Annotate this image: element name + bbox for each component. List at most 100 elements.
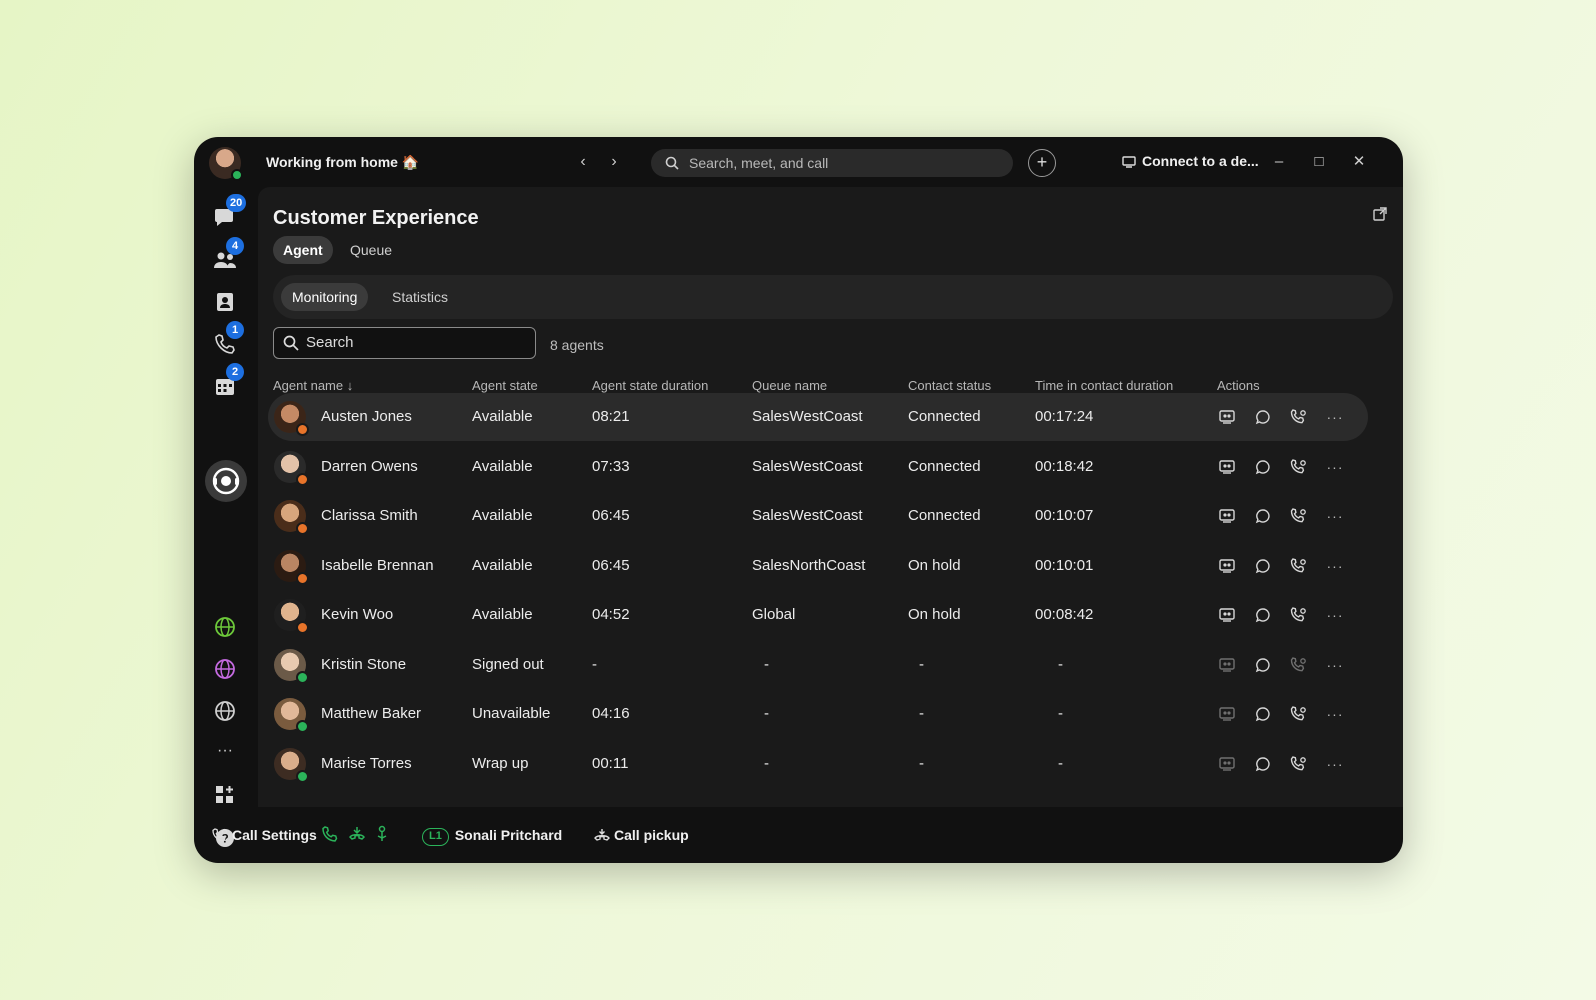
more-actions-button[interactable]: ··· bbox=[1325, 457, 1345, 477]
table-row[interactable]: Kevin Woo Available 04:52 Global On hold 00:0… bbox=[268, 591, 1368, 639]
monitor-call-button[interactable] bbox=[1217, 556, 1237, 576]
monitor-call-button[interactable] bbox=[1217, 754, 1237, 774]
subtab-monitoring[interactable]: Monitoring bbox=[281, 283, 369, 311]
more-actions-button[interactable]: ··· bbox=[1325, 754, 1345, 774]
agent-name: Matthew Baker bbox=[321, 705, 422, 722]
minimize-button[interactable]: – bbox=[1267, 150, 1291, 174]
rail-meetings[interactable]: 2 bbox=[210, 363, 244, 401]
subtab-bar: Monitoring Statistics bbox=[273, 275, 1393, 319]
agent-search-input[interactable]: Search bbox=[273, 327, 536, 359]
agent-state: Unavailable bbox=[472, 705, 551, 722]
popout-button[interactable] bbox=[1373, 207, 1387, 226]
chat-bubble-icon bbox=[1255, 459, 1271, 475]
table-row[interactable]: Matthew Baker Unavailable 04:16 - - - ··· bbox=[268, 690, 1368, 738]
queue-name: SalesWestCoast bbox=[752, 507, 863, 524]
rail-app-purple[interactable] bbox=[210, 654, 240, 684]
call-agent-button[interactable] bbox=[1289, 506, 1309, 526]
chat-button[interactable] bbox=[1253, 754, 1273, 774]
page-title: Customer Experience bbox=[273, 207, 479, 229]
monitor-call-button[interactable] bbox=[1217, 457, 1237, 477]
navigation-rail: 20 4 1 2 ··· ? bbox=[194, 187, 258, 847]
rail-calling[interactable]: 1 bbox=[210, 321, 244, 359]
more-actions-button[interactable]: ··· bbox=[1325, 506, 1345, 526]
call-agent-button[interactable] bbox=[1289, 457, 1309, 477]
new-action-button[interactable]: + bbox=[1028, 149, 1056, 177]
call-agent-button[interactable] bbox=[1289, 556, 1309, 576]
table-row[interactable]: Marise Torres Wrap up 00:11 - - - ··· bbox=[268, 740, 1368, 788]
chat-button[interactable] bbox=[1253, 605, 1273, 625]
monitor-icon bbox=[1219, 657, 1235, 672]
connect-device-button[interactable]: Connect to a de... bbox=[1122, 153, 1259, 169]
monitor-call-button[interactable] bbox=[1217, 655, 1237, 675]
call-agent-button[interactable] bbox=[1289, 754, 1309, 774]
presence-indicator bbox=[296, 571, 309, 585]
time-in-contact: 00:17:24 bbox=[1035, 408, 1094, 425]
agent-state: Available bbox=[472, 606, 533, 623]
call-pickup-button[interactable]: Call pickup bbox=[594, 827, 689, 843]
table-row[interactable]: Darren Owens Available 07:33 SalesWestCoast… bbox=[268, 443, 1368, 491]
more-icon: ··· bbox=[1326, 409, 1344, 425]
rail-messaging[interactable]: 20 bbox=[210, 194, 247, 232]
agent-state: Available bbox=[472, 507, 533, 524]
agent-state-duration: 04:52 bbox=[592, 606, 630, 623]
call-agent-icon bbox=[1290, 606, 1308, 624]
rail-customer-experience[interactable] bbox=[205, 460, 247, 502]
chat-button[interactable] bbox=[1253, 407, 1273, 427]
chat-button[interactable] bbox=[1253, 704, 1273, 724]
monitor-icon bbox=[1219, 509, 1235, 523]
table-row[interactable]: Isabelle Brennan Available 06:45 SalesNorth… bbox=[268, 542, 1368, 590]
call-agent-button[interactable] bbox=[1289, 655, 1309, 675]
forward-button[interactable]: › bbox=[603, 151, 625, 173]
line-user-name: Sonali Pritchard bbox=[454, 827, 563, 843]
table-row[interactable]: Austen Jones Available 08:21 SalesWestCoast… bbox=[268, 393, 1368, 441]
more-icon: ··· bbox=[1326, 755, 1344, 772]
tab-queue[interactable]: Queue bbox=[340, 236, 402, 264]
chat-button[interactable] bbox=[1253, 457, 1273, 477]
rail-apps-button[interactable] bbox=[210, 780, 240, 810]
chat-button[interactable] bbox=[1253, 556, 1273, 576]
global-search-input[interactable]: Search, meet, and call bbox=[651, 149, 1013, 177]
monitor-call-button[interactable] bbox=[1217, 704, 1237, 724]
close-button[interactable]: ✕ bbox=[1347, 150, 1371, 174]
call-settings-button[interactable]: Call Settings bbox=[212, 827, 317, 843]
more-actions-button[interactable]: ··· bbox=[1325, 655, 1345, 675]
call-agent-icon bbox=[1290, 705, 1308, 723]
call-agent-button[interactable] bbox=[1289, 605, 1309, 625]
globe-green-icon bbox=[215, 617, 235, 637]
call-agent-icon bbox=[1290, 656, 1308, 674]
tab-agent[interactable]: Agent bbox=[273, 236, 333, 264]
column-time-in-contact: Time in contact duration bbox=[1035, 378, 1174, 393]
rail-contacts[interactable] bbox=[210, 287, 240, 317]
rail-app-gray[interactable] bbox=[210, 696, 240, 726]
subtab-statistics[interactable]: Statistics bbox=[381, 283, 459, 311]
more-actions-button[interactable]: ··· bbox=[1325, 407, 1345, 427]
more-actions-button[interactable]: ··· bbox=[1325, 556, 1345, 576]
line-selector[interactable]: L1 Sonali Pritchard bbox=[422, 827, 562, 846]
call-agent-button[interactable] bbox=[1289, 704, 1309, 724]
monitor-icon bbox=[1219, 459, 1235, 474]
monitor-call-button[interactable] bbox=[1217, 506, 1237, 526]
rail-teams[interactable]: 4 bbox=[210, 237, 244, 275]
back-button[interactable]: ‹ bbox=[572, 151, 594, 173]
agent-count: 8 agents bbox=[550, 337, 604, 353]
chat-button[interactable] bbox=[1253, 506, 1273, 526]
monitor-icon bbox=[1219, 558, 1235, 573]
chat-button[interactable] bbox=[1253, 655, 1273, 675]
maximize-button[interactable]: □ bbox=[1307, 150, 1331, 174]
column-agent-name[interactable]: Agent name ↓ bbox=[273, 378, 353, 393]
more-actions-button[interactable]: ··· bbox=[1325, 605, 1345, 625]
call-status-icons[interactable] bbox=[322, 825, 390, 846]
popout-icon bbox=[1373, 207, 1387, 221]
monitor-call-button[interactable] bbox=[1217, 605, 1237, 625]
rail-more-button[interactable]: ··· bbox=[210, 736, 240, 766]
more-actions-button[interactable]: ··· bbox=[1325, 704, 1345, 724]
monitor-call-button[interactable] bbox=[1217, 407, 1237, 427]
table-row[interactable]: Kristin Stone Signed out - - - - ··· bbox=[268, 641, 1368, 689]
status-message[interactable]: Working from home 🏠 bbox=[266, 154, 419, 171]
rail-app-green[interactable] bbox=[210, 612, 240, 642]
queue-name: - bbox=[764, 655, 769, 673]
avatar bbox=[274, 698, 309, 733]
table-row[interactable]: Clarissa Smith Available 06:45 SalesWestCoa… bbox=[268, 492, 1368, 540]
call-agent-button[interactable] bbox=[1289, 407, 1309, 427]
my-avatar[interactable] bbox=[209, 147, 243, 181]
